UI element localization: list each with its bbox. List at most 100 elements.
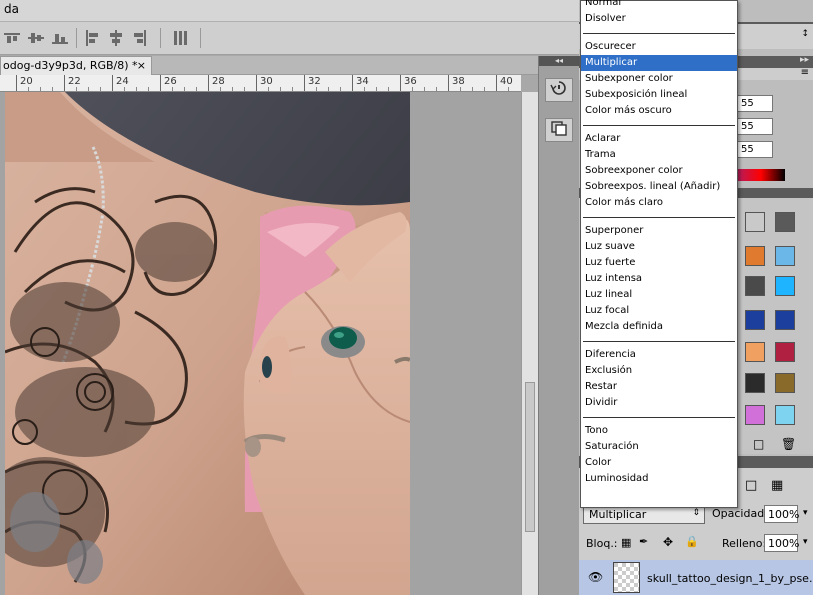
style-swatch[interactable] <box>745 212 765 232</box>
layer-name[interactable]: skull_tattoo_design_1_by_pse... <box>647 572 813 585</box>
opacity-field[interactable]: 100% <box>764 505 799 523</box>
panel-menu-icon[interactable]: ≡ <box>801 67 809 78</box>
blend-mode-option[interactable]: Sobreexponer color <box>581 163 737 179</box>
style-swatch[interactable] <box>775 405 795 425</box>
blend-mode-option[interactable]: Aclarar <box>581 131 737 147</box>
blend-mode-value: Multiplicar <box>589 508 647 521</box>
lock-position-icon[interactable]: ✥ <box>663 535 673 549</box>
style-swatch[interactable] <box>775 310 795 330</box>
ruler-label: 30 <box>260 76 273 87</box>
blend-mode-option[interactable]: Exclusión <box>581 363 737 379</box>
style-swatch[interactable] <box>775 276 795 296</box>
panel-collapse-arrow[interactable]: ↕ <box>801 29 809 39</box>
blend-mode-arrow: ⇕ <box>692 508 700 518</box>
new-style-icon[interactable]: □ <box>753 437 764 451</box>
panel-dock: ◂◂ <box>538 56 579 595</box>
color-ramp[interactable] <box>737 169 785 181</box>
blend-mode-option[interactable]: Saturación <box>581 439 737 455</box>
blend-mode-option[interactable]: Restar <box>581 379 737 395</box>
style-swatch[interactable] <box>745 310 765 330</box>
blend-mode-option[interactable]: Luminosidad <box>581 471 737 487</box>
style-swatch[interactable] <box>745 246 765 266</box>
blend-mode-option[interactable]: Superponer <box>581 223 737 239</box>
lock-all-icon[interactable]: 🔒 <box>685 535 699 548</box>
close-tab-icon[interactable]: × <box>137 59 146 72</box>
blend-mode-option[interactable]: Color más oscuro <box>581 103 737 119</box>
blend-mode-option[interactable]: Normal <box>581 0 737 11</box>
blend-mode-option[interactable]: Subexposición lineal <box>581 87 737 103</box>
document-tab[interactable]: odog-d3y9p3d, RGB/8) * × <box>0 56 152 75</box>
tab-strip <box>152 56 538 75</box>
blend-mode-option[interactable]: Luz focal <box>581 303 737 319</box>
fill-label: Relleno: <box>722 537 767 550</box>
blend-mode-option[interactable]: Luz lineal <box>581 287 737 303</box>
blend-mode-option[interactable]: Luz suave <box>581 239 737 255</box>
style-swatch[interactable] <box>775 246 795 266</box>
blend-mode-option[interactable]: Trama <box>581 147 737 163</box>
menu-separator <box>583 341 735 342</box>
blend-mode-option[interactable]: Luz fuerte <box>581 255 737 271</box>
tattoo-photo-artwork <box>5 92 410 595</box>
blend-mode-option[interactable]: Sobreexpos. lineal (Añadir) <box>581 179 737 195</box>
blend-mode-option[interactable]: Dividir <box>581 395 737 411</box>
color-value-field[interactable]: 55 <box>737 118 773 135</box>
style-swatch[interactable] <box>775 212 795 232</box>
style-swatch[interactable] <box>745 276 765 296</box>
layer-row[interactable]: 👁 skull_tattoo_design_1_by_pse... <box>579 560 813 595</box>
menu-separator <box>583 125 735 126</box>
separator <box>160 28 161 48</box>
lock-image-icon[interactable]: ✒ <box>639 535 648 548</box>
document-canvas[interactable] <box>0 92 521 595</box>
blend-mode-option[interactable]: Luz intensa <box>581 271 737 287</box>
blend-mode-option[interactable]: Subexponer color <box>581 71 737 87</box>
ruler-label: 28 <box>212 76 225 87</box>
separator <box>76 28 77 48</box>
layer-comps-icon[interactable] <box>545 118 573 142</box>
align-vertical-centers-icon[interactable] <box>28 30 44 46</box>
ruler-label: 36 <box>404 76 417 87</box>
vertical-scrollbar[interactable] <box>521 92 538 595</box>
blend-mode-option[interactable]: Tono <box>581 423 737 439</box>
align-bottom-edges-icon[interactable] <box>52 30 68 46</box>
menu-separator <box>583 217 735 218</box>
align-top-edges-icon[interactable] <box>4 30 20 46</box>
style-swatch[interactable] <box>745 405 765 425</box>
delete-style-icon[interactable]: 🗑 <box>781 437 796 451</box>
blend-mode-option[interactable]: Multiplicar <box>581 55 737 71</box>
blend-mode-option[interactable]: Diferencia <box>581 347 737 363</box>
tattoo-photo <box>5 92 410 595</box>
fill-field[interactable]: 100% <box>764 534 799 552</box>
menu-separator <box>583 33 735 34</box>
blend-mode-option[interactable]: Disolver <box>581 11 737 27</box>
lock-transparent-icon[interactable]: ▦ <box>621 536 631 549</box>
blend-mode-option[interactable]: Color más claro <box>581 195 737 211</box>
style-swatch[interactable] <box>775 373 795 393</box>
color-value-field[interactable]: 55 <box>737 95 773 112</box>
blend-mode-option[interactable]: Color <box>581 455 737 471</box>
panel-menu-icon[interactable]: ▸▸ <box>800 55 809 65</box>
ruler-label: 40 <box>500 76 513 87</box>
style-swatch[interactable] <box>745 373 765 393</box>
menu-separator <box>583 417 735 418</box>
dock-collapse-arrows[interactable]: ◂◂ <box>539 56 579 66</box>
fill-arrow[interactable]: ▾ <box>803 537 808 547</box>
eye-icon[interactable]: 👁 <box>588 570 603 584</box>
layer-thumbnail[interactable] <box>613 562 640 593</box>
align-right-edges-icon[interactable] <box>132 30 148 46</box>
align-horizontal-centers-icon[interactable] <box>108 30 124 46</box>
history-icon[interactable] <box>545 78 573 102</box>
color-value-field[interactable]: 55 <box>737 141 773 158</box>
style-swatch[interactable] <box>775 342 795 362</box>
distribute-icon[interactable] <box>172 30 188 46</box>
scrollbar-thumb[interactable] <box>525 382 535 532</box>
blend-mode-option[interactable]: Oscurecer <box>581 39 737 55</box>
style-swatch[interactable] <box>745 342 765 362</box>
menu-title[interactable]: da <box>4 2 19 16</box>
link-icon[interactable]: ▦ <box>771 478 783 493</box>
align-left-edges-icon[interactable] <box>84 30 100 46</box>
ruler-label: 34 <box>356 76 369 87</box>
blend-mode-option[interactable]: Mezcla definida <box>581 319 737 335</box>
opacity-arrow[interactable]: ▾ <box>803 508 808 518</box>
horizontal-ruler[interactable]: 20 22 24 26 28 30 32 34 36 38 40 <box>0 75 521 92</box>
transform-icon[interactable]: □ <box>745 478 757 493</box>
